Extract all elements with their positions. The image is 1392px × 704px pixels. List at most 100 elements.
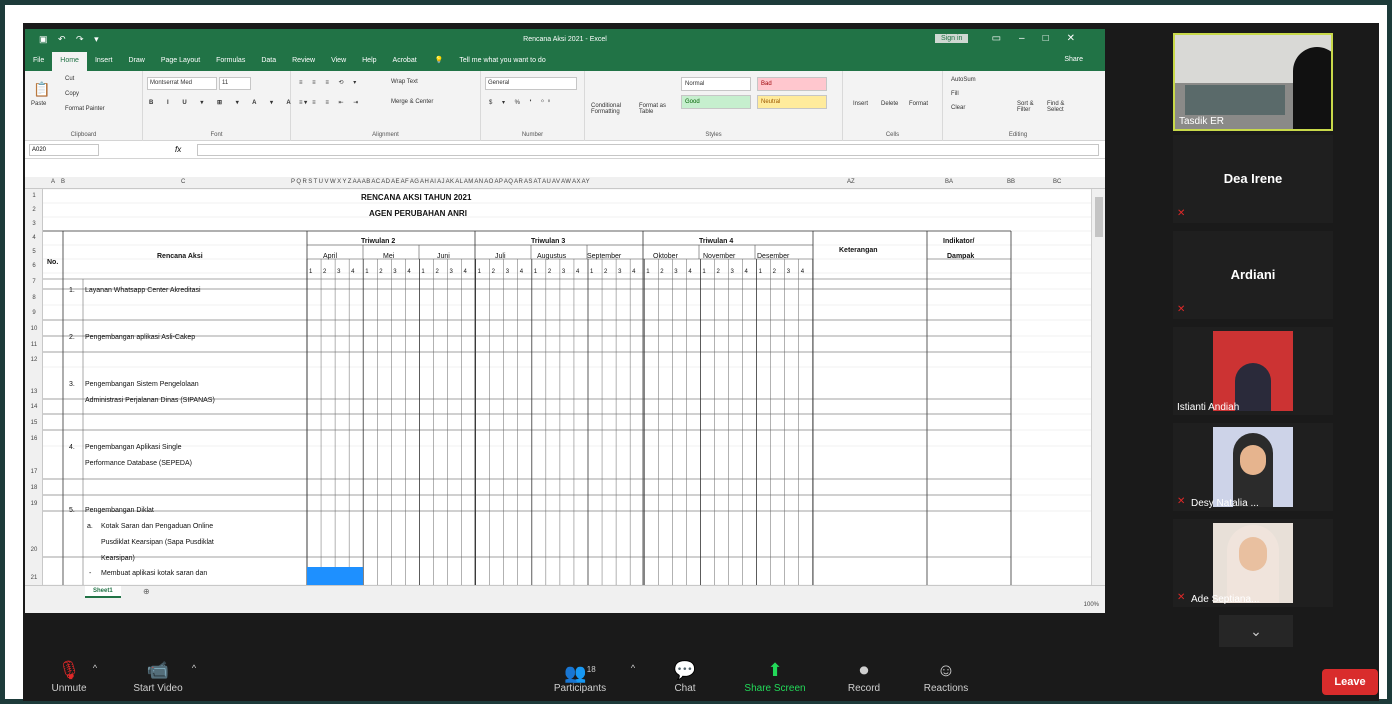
formula-input[interactable] xyxy=(197,144,1099,156)
wrap-text-button[interactable]: Wrap Text xyxy=(391,79,418,85)
row-number[interactable]: 20 xyxy=(25,547,43,553)
delete-cells-button[interactable]: Delete xyxy=(881,101,898,107)
style-bad[interactable]: Bad xyxy=(757,77,827,91)
col-ba[interactable]: BA xyxy=(945,179,953,185)
start-video-button[interactable]: 📹 Start Video xyxy=(123,659,193,694)
copy-button[interactable]: Copy xyxy=(65,91,79,97)
paste-icon[interactable]: 📋 xyxy=(33,81,50,98)
align-icons-2[interactable]: ≡ ≡ ≡ ⇤ ⇥ xyxy=(299,99,362,106)
chevron-down-icon[interactable]: ⌄ xyxy=(1219,615,1293,647)
row-number[interactable]: 7 xyxy=(25,279,43,285)
leave-button[interactable]: Leave xyxy=(1322,669,1378,695)
participants-button[interactable]: 👥18 Participants xyxy=(545,659,615,694)
name-tile-2[interactable]: Dea Irene ✕ xyxy=(1173,135,1333,223)
format-painter-button[interactable]: Format Painter xyxy=(65,106,105,112)
tab-insert[interactable]: Insert xyxy=(87,52,121,72)
autosum-button[interactable]: AutoSum xyxy=(951,77,976,83)
clear-button[interactable]: Clear xyxy=(951,105,965,111)
style-neutral[interactable]: Neutral xyxy=(757,95,827,109)
row-number[interactable]: 5 xyxy=(25,249,43,255)
style-normal[interactable]: Normal xyxy=(681,77,751,91)
zoom-level[interactable]: 100% xyxy=(1084,602,1099,608)
share-screen-button[interactable]: ⬆ Share Screen xyxy=(735,659,815,694)
tab-acrobat[interactable]: Acrobat xyxy=(385,52,425,72)
fill-button[interactable]: Fill xyxy=(951,91,959,97)
selected-cells[interactable] xyxy=(307,567,363,585)
share-button[interactable]: Share xyxy=(1056,51,1091,71)
insert-cells-button[interactable]: Insert xyxy=(853,101,868,107)
col-b[interactable]: B xyxy=(61,179,65,185)
style-good[interactable]: Good xyxy=(681,95,751,109)
video-tile-5[interactable]: ✕ Desy Natalia ... xyxy=(1173,423,1333,511)
row-number[interactable]: 14 xyxy=(25,404,43,410)
number-format-select[interactable]: General xyxy=(485,77,577,90)
tab-home[interactable]: Home xyxy=(52,52,87,72)
tab-page-layout[interactable]: Page Layout xyxy=(153,52,208,72)
row-number[interactable]: 15 xyxy=(25,420,43,426)
name-tile-3[interactable]: Ardiani ✕ xyxy=(1173,231,1333,319)
week-number: 2 xyxy=(772,269,776,275)
row-number[interactable]: 2 xyxy=(25,207,43,213)
merge-center-button[interactable]: Merge & Center xyxy=(391,99,433,105)
number-icons[interactable]: $ ▾ % ❜ ⁰⁰ xyxy=(489,99,554,106)
row-number[interactable]: 8 xyxy=(25,295,43,301)
tab-file[interactable]: File xyxy=(25,52,52,72)
col-a[interactable]: A xyxy=(51,179,55,185)
scroll-thumb[interactable] xyxy=(1095,197,1103,237)
row-number[interactable]: 6 xyxy=(25,263,43,269)
col-p-ay[interactable]: P Q R S T U V W X Y Z AA AB AC AD AE AF … xyxy=(291,179,590,185)
row-number[interactable]: 18 xyxy=(25,485,43,491)
sign-in-button[interactable]: Sign in xyxy=(935,34,969,43)
row-number[interactable]: 4 xyxy=(25,235,43,241)
col-bb[interactable]: BB xyxy=(1007,179,1015,185)
bold-italic-underline[interactable]: B I U ▾ ⊞ ▾ A ▾ A ▾ xyxy=(149,99,313,106)
reactions-button[interactable]: ☺ Reactions xyxy=(913,659,979,694)
col-c[interactable]: C xyxy=(181,179,185,185)
vertical-scrollbar[interactable] xyxy=(1091,189,1105,585)
tab-review[interactable]: Review xyxy=(284,52,323,72)
tell-me-box[interactable]: Tell me what you want to do xyxy=(451,52,553,72)
sheet-tab-sheet1[interactable]: Sheet1 xyxy=(85,586,121,598)
row-number[interactable]: 21 xyxy=(25,575,43,581)
col-az[interactable]: AZ xyxy=(847,179,855,185)
video-tile-6[interactable]: ✕ Ade Septiana... xyxy=(1173,519,1333,607)
spreadsheet-grid[interactable]: A B C P Q R S T U V W X Y Z AA AB AC AD … xyxy=(25,177,1105,585)
row-number[interactable]: 17 xyxy=(25,469,43,475)
chat-button[interactable]: 💬 Chat xyxy=(663,659,707,694)
tab-help[interactable]: Help xyxy=(354,52,384,72)
row-number[interactable]: 10 xyxy=(25,326,43,332)
audio-options-chevron[interactable]: ^ xyxy=(89,663,101,673)
tab-view[interactable]: View xyxy=(323,52,354,72)
row-number[interactable]: 1 xyxy=(25,193,43,199)
sort-filter-button[interactable]: Sort & Filter xyxy=(1017,101,1047,113)
row-number[interactable]: 12 xyxy=(25,357,43,363)
fx-icon[interactable]: fx xyxy=(175,145,181,154)
font-size-select[interactable]: 11 xyxy=(219,77,251,90)
col-bc[interactable]: BC xyxy=(1053,179,1061,185)
tab-data[interactable]: Data xyxy=(253,52,284,72)
name-box[interactable]: A020 xyxy=(29,144,99,156)
row-number[interactable]: 19 xyxy=(25,501,43,507)
video-tile-1[interactable]: Tasdik ER xyxy=(1173,33,1333,131)
record-button[interactable]: ⏺ Record xyxy=(839,659,889,694)
row-number[interactable]: 11 xyxy=(25,342,43,348)
cut-button[interactable]: Cut xyxy=(65,76,74,82)
font-name-select[interactable]: Montserrat Med xyxy=(147,77,217,90)
row-number[interactable]: 3 xyxy=(25,221,43,227)
format-as-table-button[interactable]: Format as Table xyxy=(639,103,679,115)
find-select-button[interactable]: Find & Select xyxy=(1047,101,1079,113)
row-number[interactable]: 9 xyxy=(25,310,43,316)
format-cells-button[interactable]: Format xyxy=(909,101,928,107)
row-number[interactable]: 16 xyxy=(25,436,43,442)
row-number[interactable]: 13 xyxy=(25,389,43,395)
video-tile-4[interactable]: Istianti Andiah xyxy=(1173,327,1333,415)
window-controls[interactable]: ▭–□✕ xyxy=(992,33,1093,44)
tab-formulas[interactable]: Formulas xyxy=(208,52,253,72)
participants-options-chevron[interactable]: ^ xyxy=(627,663,639,673)
add-sheet-icon[interactable]: ⊕ xyxy=(143,587,150,596)
align-icons[interactable]: ≡ ≡ ≡ ⟲ ▾ xyxy=(299,79,360,86)
tab-draw[interactable]: Draw xyxy=(120,52,152,72)
conditional-formatting-button[interactable]: Conditional Formatting xyxy=(591,103,635,115)
paste-button[interactable]: Paste xyxy=(31,101,46,107)
video-options-chevron[interactable]: ^ xyxy=(188,663,200,673)
